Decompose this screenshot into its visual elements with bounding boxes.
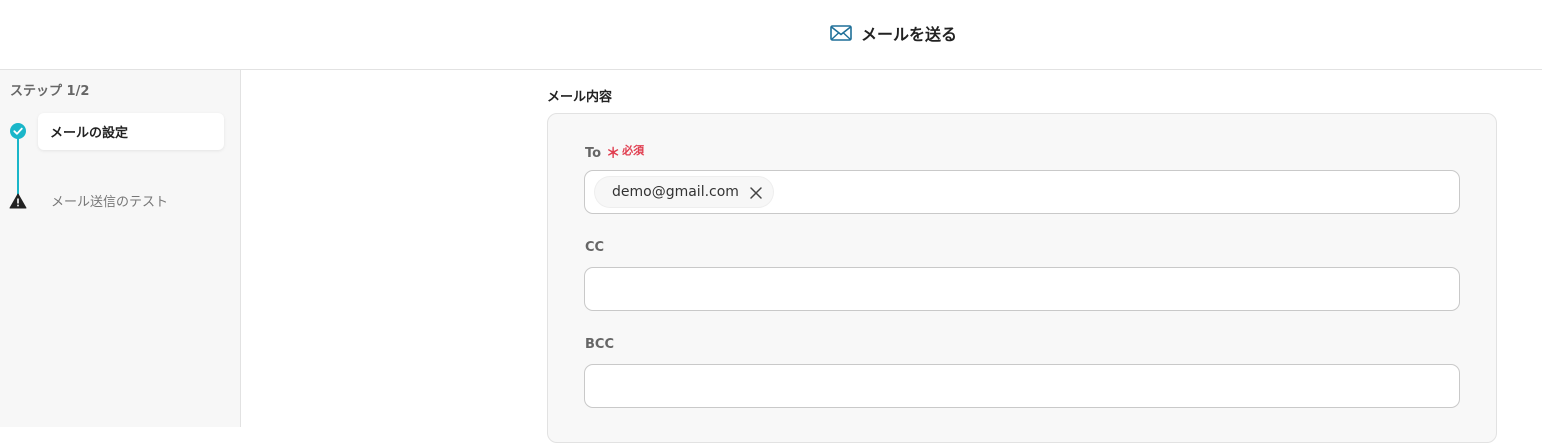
- close-icon[interactable]: [749, 185, 763, 199]
- bcc-label-text: BCC: [585, 337, 614, 352]
- step-item-label: メール送信のテスト: [51, 195, 169, 210]
- step-sidebar: ステップ 1/2 メールの設定 メール送信のテスト: [0, 70, 241, 427]
- header-title-group: メールを送る: [830, 20, 957, 46]
- to-input[interactable]: demo@gmail.com: [584, 170, 1460, 214]
- step-counter: ステップ 1/2: [10, 84, 90, 99]
- required-asterisk: ＊: [606, 146, 621, 162]
- to-field-label: To ＊ 必須: [585, 143, 644, 163]
- mail-content-panel: To ＊ 必須 demo@gmail.com CC BCC: [547, 113, 1497, 443]
- bcc-field-label: BCC: [585, 337, 614, 352]
- bcc-input[interactable]: [584, 364, 1460, 408]
- step-progress-line: [17, 132, 19, 200]
- cc-field-label: CC: [585, 240, 604, 255]
- email-chip: demo@gmail.com: [595, 177, 773, 207]
- check-circle-icon: [10, 123, 26, 139]
- section-title: メール内容: [547, 90, 613, 105]
- step-item-mail-settings[interactable]: メールの設定: [38, 113, 224, 150]
- warning-icon: [9, 193, 27, 209]
- mail-icon: [830, 24, 852, 42]
- cc-label-text: CC: [585, 240, 605, 255]
- email-chip-text: demo@gmail.com: [612, 184, 739, 200]
- step-item-label: メールの設定: [50, 126, 129, 141]
- page-title: メールを送る: [861, 25, 958, 44]
- header-bar: メールを送る: [0, 0, 1542, 70]
- required-badge: 必須: [622, 144, 645, 157]
- cc-input[interactable]: [584, 267, 1460, 311]
- to-label-text: To: [585, 145, 602, 161]
- step-item-mail-test[interactable]: メール送信のテスト: [38, 182, 224, 219]
